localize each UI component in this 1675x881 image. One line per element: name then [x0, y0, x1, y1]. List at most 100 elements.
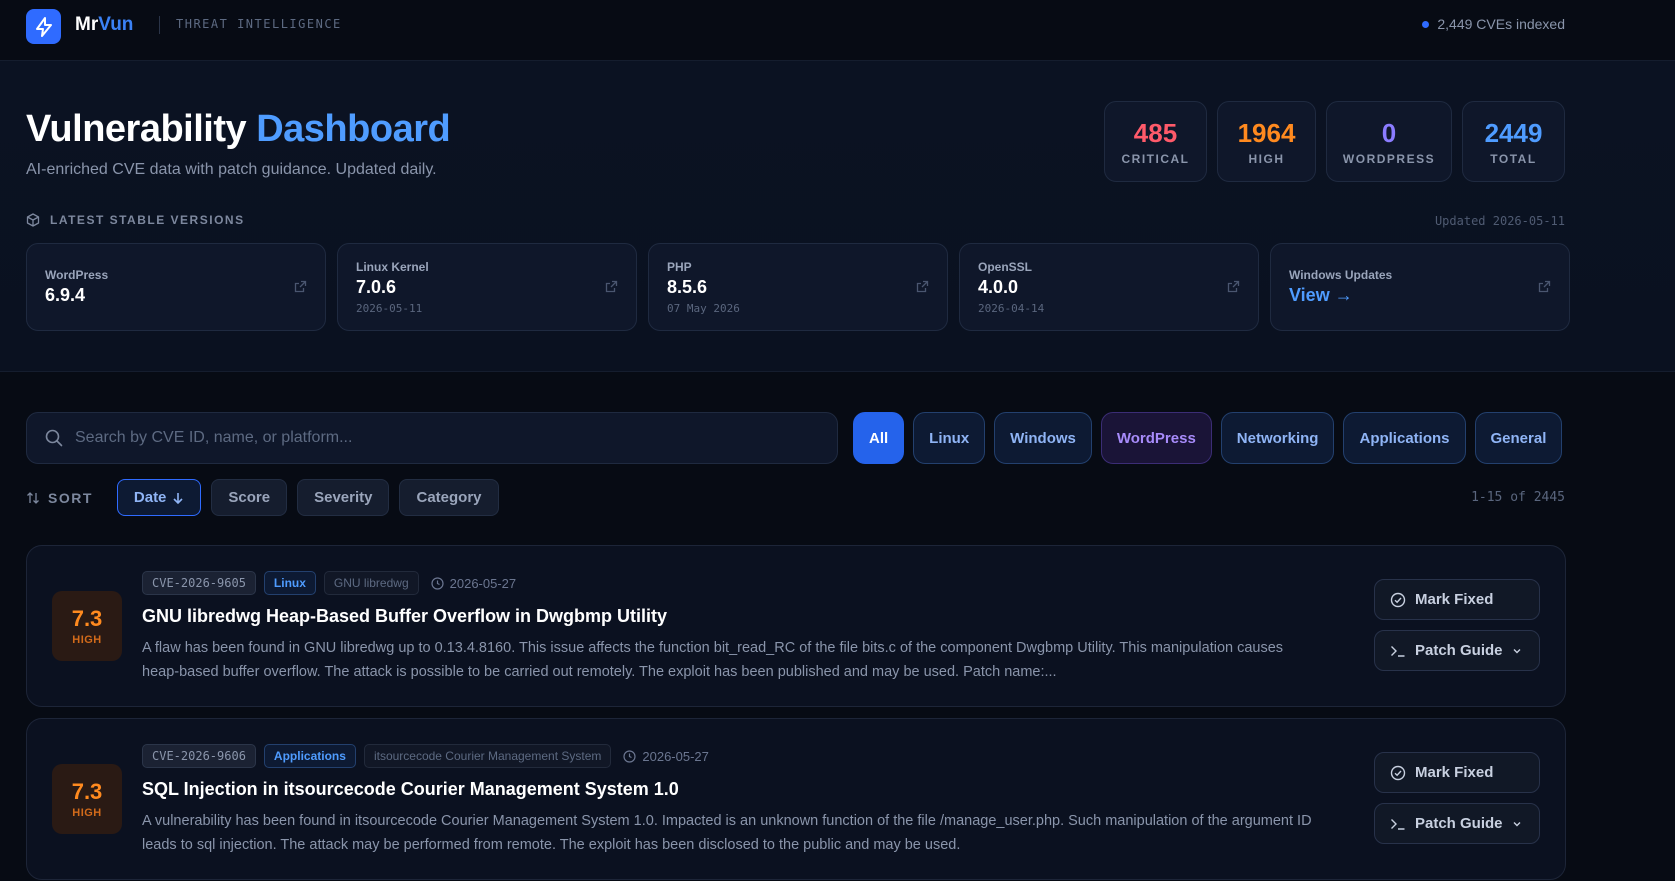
brand-tagline: THREAT INTELLIGENCE: [176, 17, 342, 31]
cve-description: A flaw has been found in GNU libredwg up…: [142, 640, 1284, 680]
filter-wordpress[interactable]: WordPress: [1100, 412, 1212, 464]
sort-severity-button[interactable]: Severity: [297, 479, 390, 516]
version-date: 07 May 2026: [667, 301, 740, 315]
search-box[interactable]: [26, 412, 838, 464]
score-badge: 7.3 HIGH: [52, 591, 122, 661]
sort-arrows-icon: [27, 491, 39, 504]
chevron-down-icon: [1513, 648, 1521, 653]
external-link-icon: [605, 280, 618, 293]
stat-value: 0: [1381, 117, 1397, 148]
filter-all[interactable]: All: [853, 412, 905, 464]
filter-linux[interactable]: Linux: [913, 412, 986, 464]
cve-tags: CVE-2026-9605 Linux GNU libredwg 2026-05…: [142, 571, 516, 595]
cve-id-tag[interactable]: CVE-2026-9605: [142, 571, 256, 595]
stat-label: WORDPRESS: [1342, 151, 1436, 166]
stat-value: 485: [1133, 117, 1178, 148]
stats-row: 485 CRITICAL 1964 HIGH 0 WORDPRESS 2449 …: [1104, 101, 1565, 182]
version-date: 2026-05-11: [356, 301, 423, 315]
filter-general[interactable]: General: [1474, 412, 1563, 464]
cve-description: A vulnerability has been found in itsour…: [142, 813, 1312, 853]
indexed-status: 2,449 CVEs indexed: [1422, 16, 1565, 32]
stat-label: CRITICAL: [1121, 151, 1190, 166]
version-card-wordpress[interactable]: WordPress 6.9.4: [26, 243, 326, 331]
version-name: PHP: [667, 259, 692, 274]
category-tag[interactable]: Applications: [263, 744, 356, 768]
product-tag: GNU libredwg: [323, 571, 419, 595]
severity-label: HIGH: [72, 807, 102, 819]
stat-label: HIGH: [1248, 151, 1285, 166]
view-link[interactable]: View →: [1289, 285, 1551, 306]
pagination-count: 1-15 of 2445: [1471, 490, 1565, 505]
top-bar: MrVun THREAT INTELLIGENCE 2,449 CVEs ind…: [0, 0, 1675, 61]
mark-fixed-button[interactable]: Mark Fixed: [1374, 752, 1540, 793]
version-card-openssl[interactable]: OpenSSL 4.0.0 2026-04-14: [959, 243, 1259, 331]
stat-wordpress[interactable]: 0 WORDPRESS: [1326, 101, 1452, 182]
version-date: 2026-04-14: [978, 301, 1045, 315]
cve-actions: Mark Fixed Patch Guide: [1374, 752, 1540, 844]
sort-row: SORT Date Score Severity Category: [26, 479, 499, 516]
version-number: 6.9.4: [45, 285, 86, 305]
indexed-count: 2,449 CVEs indexed: [1437, 16, 1565, 32]
version-card-windows-updates[interactable]: Windows Updates View →: [1270, 243, 1570, 331]
stat-critical[interactable]: 485 CRITICAL: [1104, 101, 1207, 182]
check-circle-icon: [1390, 592, 1406, 607]
cve-tags: CVE-2026-9606 Applications itsourcecode …: [142, 744, 709, 768]
category-filters: All Linux Windows WordPress Networking A…: [853, 412, 1563, 464]
external-link-icon: [294, 280, 307, 293]
product-tag: itsourcecode Courier Management System: [363, 744, 612, 768]
lightning-logo-icon[interactable]: [26, 9, 61, 44]
chevron-down-icon: [1513, 821, 1521, 826]
versions-heading: LATEST STABLE VERSIONS: [26, 213, 245, 227]
cve-card[interactable]: 7.3 HIGH CVE-2026-9605 Linux GNU libredw…: [26, 545, 1566, 707]
cve-card[interactable]: 7.3 HIGH CVE-2026-9606 Applications itso…: [26, 718, 1566, 880]
package-icon: [26, 213, 40, 227]
cve-title[interactable]: SQL Injection in itsourcecode Courier Ma…: [142, 779, 679, 800]
stat-total[interactable]: 2449 TOTAL: [1462, 101, 1565, 182]
external-link-icon: [1227, 280, 1240, 293]
filter-windows[interactable]: Windows: [994, 412, 1092, 464]
sort-date-button[interactable]: Date: [116, 479, 202, 516]
cve-date: 2026-05-27: [623, 749, 709, 764]
filter-networking[interactable]: Networking: [1220, 412, 1335, 464]
severity-label: HIGH: [72, 634, 102, 646]
check-circle-icon: [1390, 765, 1406, 780]
version-name: OpenSSL: [978, 259, 1033, 274]
version-number: 7.0.6: [356, 276, 397, 297]
version-name: WordPress: [45, 268, 109, 282]
external-link-icon: [916, 280, 929, 293]
search-input[interactable]: [75, 429, 815, 447]
stat-label: TOTAL: [1490, 151, 1537, 166]
terminal-icon: [1391, 818, 1405, 830]
sort-score-button[interactable]: Score: [211, 479, 288, 516]
stat-high[interactable]: 1964 HIGH: [1217, 101, 1316, 182]
arrow-down-icon: [173, 492, 183, 504]
terminal-icon: [1391, 645, 1405, 657]
cve-actions: Mark Fixed Patch Guide: [1374, 579, 1540, 671]
version-number: 4.0.0: [978, 276, 1019, 297]
score-value: 7.3: [71, 606, 103, 631]
version-number: 8.5.6: [667, 276, 708, 297]
stat-value: 2449: [1484, 117, 1543, 148]
version-card-php[interactable]: PHP 8.5.6 07 May 2026: [648, 243, 948, 331]
cve-id-tag[interactable]: CVE-2026-9606: [142, 744, 256, 768]
brand-name[interactable]: MrVun: [75, 14, 133, 36]
filter-applications[interactable]: Applications: [1343, 412, 1466, 464]
version-name: Windows Updates: [1289, 268, 1393, 282]
status-dot-icon: [1422, 20, 1430, 28]
version-card-linux-kernel[interactable]: Linux Kernel 7.0.6 2026-05-11: [337, 243, 637, 331]
versions-updated: Updated 2026-05-11: [1434, 214, 1565, 228]
score-badge: 7.3 HIGH: [52, 764, 122, 834]
version-name: Linux Kernel: [356, 259, 429, 274]
patch-guide-button[interactable]: Patch Guide: [1374, 630, 1540, 671]
divider: [159, 16, 160, 34]
sort-category-button[interactable]: Category: [399, 479, 499, 516]
page-subtitle: AI-enriched CVE data with patch guidance…: [26, 161, 437, 178]
mark-fixed-button[interactable]: Mark Fixed: [1374, 579, 1540, 620]
clock-icon: [431, 576, 444, 590]
versions-list: WordPress 6.9.4 Linux Kernel 7.0.6 2026-…: [26, 243, 1570, 331]
sort-label: SORT: [26, 490, 93, 506]
cve-title[interactable]: GNU libredwg Heap-Based Buffer Overflow …: [142, 606, 667, 627]
category-tag[interactable]: Linux: [263, 571, 316, 595]
patch-guide-button[interactable]: Patch Guide: [1374, 803, 1540, 844]
cve-date: 2026-05-27: [431, 576, 516, 591]
